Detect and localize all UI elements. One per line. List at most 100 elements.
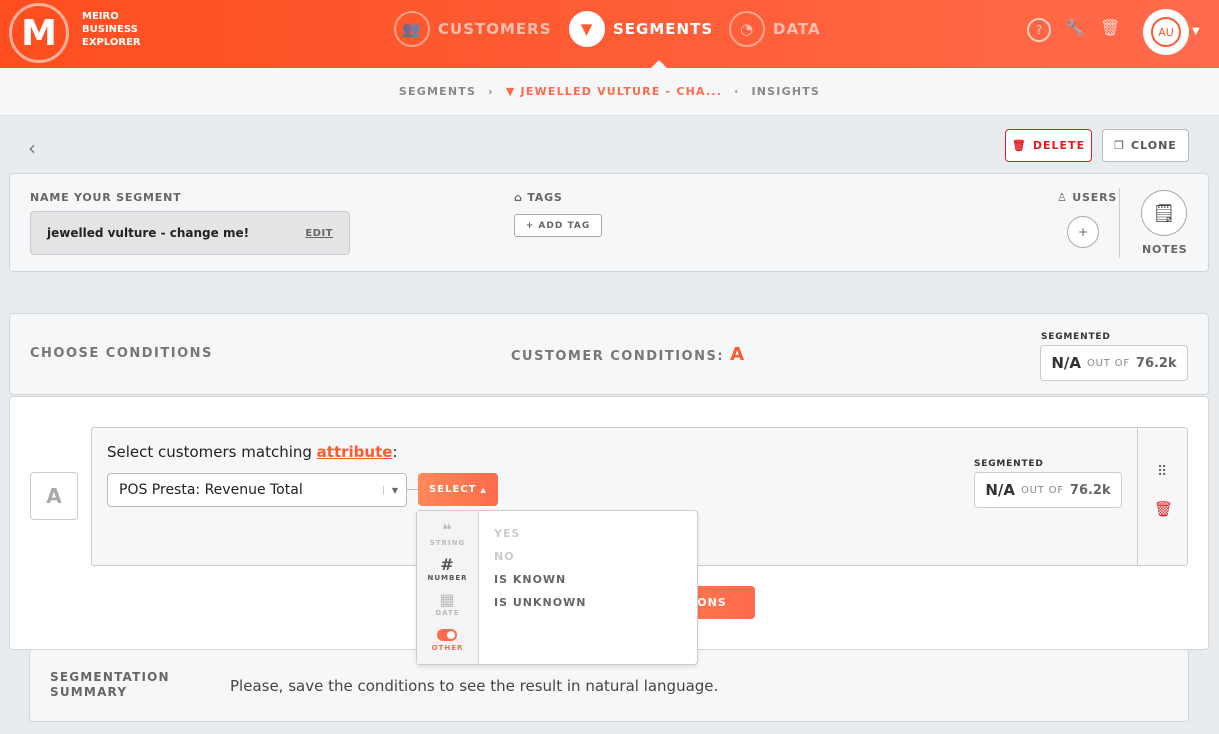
chevron-down-icon: ▼: [382, 485, 398, 495]
trash-icon: 🗑: [1011, 139, 1027, 152]
delete-button[interactable]: 🗑 DELETE: [1005, 129, 1092, 162]
add-tag-button[interactable]: + ADD TAG: [514, 214, 602, 237]
summary-title-line: SEGMENTATION: [50, 670, 170, 684]
tags-label-text: TAGS: [527, 191, 563, 204]
nav-label: DATA: [773, 20, 821, 38]
brand-line: MEIRO: [82, 11, 119, 22]
nav-data[interactable]: ◔ DATA: [729, 11, 821, 47]
segmented-count: N/A OUT OF 76.2k: [1040, 345, 1188, 381]
total: 76.2k: [1135, 355, 1177, 371]
option-is-known[interactable]: IS KNOWN: [494, 573, 586, 586]
operator-options: YES NO IS KNOWN IS UNKNOWN: [479, 511, 601, 664]
breadcrumb-insights[interactable]: INSIGHTS: [751, 85, 820, 98]
operator-dropdown: ❝ STRING # NUMBER ▦ DATE OTHER YES NO IS KN…: [416, 510, 698, 665]
segmented-value: N/A: [1051, 354, 1081, 372]
notes-icon[interactable]: 🗒: [1141, 190, 1187, 236]
option-no: NO: [494, 550, 515, 563]
edit-link[interactable]: EDIT: [305, 228, 333, 239]
nav-customers[interactable]: 👥 CUSTOMERS: [394, 11, 552, 47]
drag-handle-icon[interactable]: ⠿: [1157, 464, 1167, 480]
logo-letter: M: [21, 12, 57, 54]
type-number[interactable]: # NUMBER: [427, 555, 467, 583]
quote-icon: ❝: [442, 520, 453, 539]
brand-line: BUSINESS: [82, 24, 138, 35]
copy-icon: ❐: [1114, 139, 1126, 152]
notes-label: NOTES: [1142, 243, 1188, 256]
brand-name: MEIRO BUSINESS EXPLORER: [82, 10, 141, 49]
row-segmented-count: N/A OUT OF 76.2k: [974, 472, 1122, 508]
type-label: DATE: [435, 609, 460, 617]
row-segmented-label: SEGMENTED: [974, 459, 1044, 469]
chevron-down-icon[interactable]: ▼: [1192, 26, 1200, 37]
divider: [1119, 188, 1120, 258]
row-out-of: OUT OF: [1021, 484, 1064, 496]
calendar-icon: ▦: [439, 590, 456, 609]
type-date[interactable]: ▦ DATE: [435, 590, 460, 618]
row-total: 76.2k: [1069, 482, 1111, 498]
help-icon[interactable]: ?: [1027, 18, 1051, 42]
add-user-icon[interactable]: +: [1067, 216, 1099, 248]
trash-icon[interactable]: 🗑: [1100, 18, 1120, 37]
breadcrumb-current: ▼ JEWELLED VULTURE - CHA...: [505, 85, 723, 98]
option-yes: YES: [494, 527, 521, 540]
segmented-label: SEGMENTED: [1041, 332, 1111, 342]
funnel-icon: ▼: [569, 11, 605, 47]
nav-label: SEGMENTS: [613, 20, 714, 38]
brand-line: EXPLORER: [82, 37, 141, 48]
users-label: ♙ USERS: [1057, 191, 1118, 204]
gauge-icon: ◔: [729, 11, 765, 47]
tags-label: ⌂ TAGS: [514, 191, 563, 204]
nav-pointer: [651, 60, 667, 68]
type-tabs: ❝ STRING # NUMBER ▦ DATE OTHER: [417, 511, 479, 664]
out-of: OUT OF: [1087, 357, 1130, 369]
back-chevron-icon[interactable]: ‹: [28, 136, 36, 160]
users-icon: 👥: [394, 11, 430, 47]
clone-button[interactable]: ❐ CLONE: [1102, 129, 1189, 162]
attribute-select[interactable]: POS Presta: Revenue Total ▼: [107, 473, 407, 507]
delete-condition-icon[interactable]: 🗑: [1154, 500, 1173, 518]
attribute-value: POS Presta: Revenue Total: [119, 482, 303, 498]
caret-up-icon: ▲: [480, 485, 487, 494]
type-other[interactable]: OTHER: [432, 626, 464, 652]
toggle-icon: [437, 629, 458, 641]
hash-icon: #: [440, 555, 455, 574]
operator-select-button[interactable]: SELECT ▲: [418, 473, 498, 506]
summary-text: Please, save the conditions to see the r…: [230, 677, 719, 695]
conditions-letter: A: [730, 344, 746, 365]
user-avatar[interactable]: AU: [1143, 9, 1189, 55]
condition-letter: A: [30, 472, 78, 520]
prompt-text: Select customers matching: [107, 443, 317, 461]
segment-name: jewelled vulture - change me!: [47, 226, 250, 240]
breadcrumb-segments[interactable]: SEGMENTS: [399, 85, 476, 98]
breadcrumb: SEGMENTS › ▼ JEWELLED VULTURE - CHA... ·…: [0, 68, 1219, 116]
prompt-end: :: [392, 443, 398, 461]
wrench-icon[interactable]: 🔧: [1065, 18, 1085, 37]
users-label-text: USERS: [1072, 191, 1118, 204]
type-string[interactable]: ❝ STRING: [429, 520, 466, 548]
summary-title-line: SUMMARY: [50, 685, 128, 699]
segment-name-field[interactable]: jewelled vulture - change me! EDIT: [30, 211, 350, 255]
segment-info-card: NAME YOUR SEGMENT jewelled vulture - cha…: [9, 173, 1209, 272]
option-is-unknown[interactable]: IS UNKNOWN: [494, 596, 586, 609]
separator-dot: ·: [734, 85, 740, 98]
customer-conditions-label: CUSTOMER CONDITIONS: A: [511, 344, 746, 365]
chevron-right-icon: ›: [488, 85, 494, 98]
type-label: OTHER: [431, 644, 464, 652]
nav-label: CUSTOMERS: [438, 20, 552, 38]
conditions-title: CHOOSE CONDITIONS: [30, 346, 213, 361]
clone-label: CLONE: [1131, 139, 1177, 152]
attribute-link[interactable]: attribute: [317, 443, 393, 461]
top-header: M MEIRO BUSINESS EXPLORER 👥 CUSTOMERS ▼ SEGM…: [0, 0, 1219, 68]
type-label: STRING: [429, 539, 466, 547]
avatar-initials: AU: [1151, 17, 1181, 47]
name-label: NAME YOUR SEGMENT: [30, 191, 182, 204]
summary-title: SEGMENTATION SUMMARY: [50, 670, 170, 700]
meiro-logo[interactable]: M: [9, 3, 69, 63]
nav-segments[interactable]: ▼ SEGMENTS: [569, 11, 713, 47]
conditions-header: CHOOSE CONDITIONS CUSTOMER CONDITIONS: A…: [9, 313, 1209, 395]
select-label: SELECT: [429, 484, 477, 495]
condition-prompt: Select customers matching attribute:: [107, 443, 398, 461]
delete-label: DELETE: [1032, 139, 1086, 152]
row-segmented-value: N/A: [985, 481, 1015, 499]
breadcrumb-current-text: JEWELLED VULTURE - CHA...: [520, 85, 723, 98]
